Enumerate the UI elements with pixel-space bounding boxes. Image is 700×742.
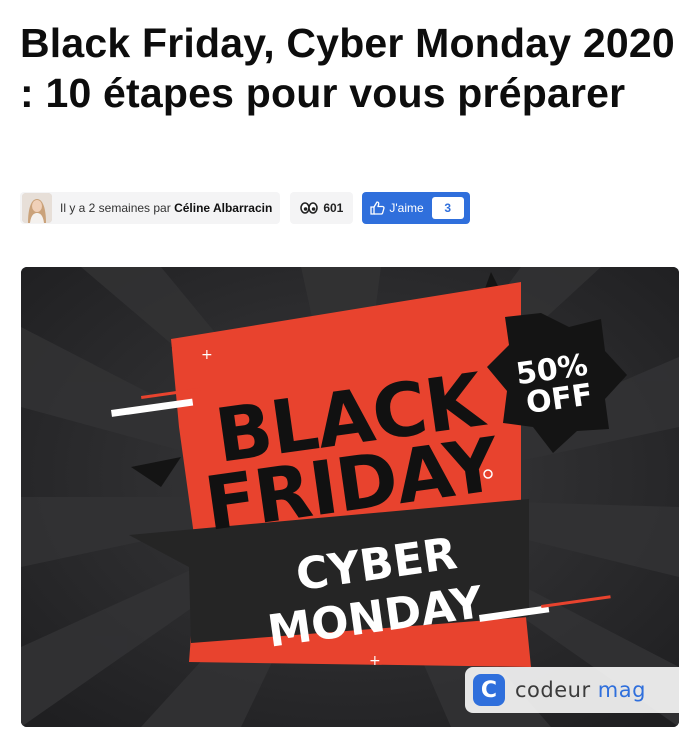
codeur-mag-watermark: C codeur mag <box>465 667 679 713</box>
author-name[interactable]: Céline Albarracin <box>174 201 272 215</box>
brand-word-mag: mag <box>590 678 646 702</box>
hero-image: + + BLACK FRIDAY CYBER MONDAY 50% OFF C … <box>21 267 679 727</box>
svg-text:+: + <box>201 347 213 363</box>
author-info[interactable]: Il y a 2 semaines par Céline Albarracin <box>20 192 281 224</box>
views-counter: 601 <box>290 192 354 224</box>
views-count: 601 <box>323 201 344 215</box>
eyes-icon <box>300 202 319 214</box>
black-friday-illustration: + + BLACK FRIDAY CYBER MONDAY 50% OFF <box>21 267 679 727</box>
like-button[interactable]: J'aime 3 <box>362 192 470 224</box>
codeur-logo-icon: C <box>473 674 505 706</box>
date-prefix: Il y a 2 semaines par <box>60 201 175 215</box>
author-byline: Il y a 2 semaines par Céline Albarracin <box>60 201 272 215</box>
brand-name: codeur mag <box>515 678 646 702</box>
thumbs-up-icon <box>370 201 385 215</box>
article-meta: Il y a 2 semaines par Céline Albarracin … <box>20 191 470 225</box>
brand-word-codeur: codeur <box>515 678 591 702</box>
svg-text:+: + <box>369 653 381 669</box>
like-label: J'aime <box>389 201 424 215</box>
article-title: Black Friday, Cyber Monday 2020 : 10 éta… <box>20 20 675 116</box>
like-count: 3 <box>431 197 464 219</box>
author-avatar[interactable] <box>22 193 52 223</box>
